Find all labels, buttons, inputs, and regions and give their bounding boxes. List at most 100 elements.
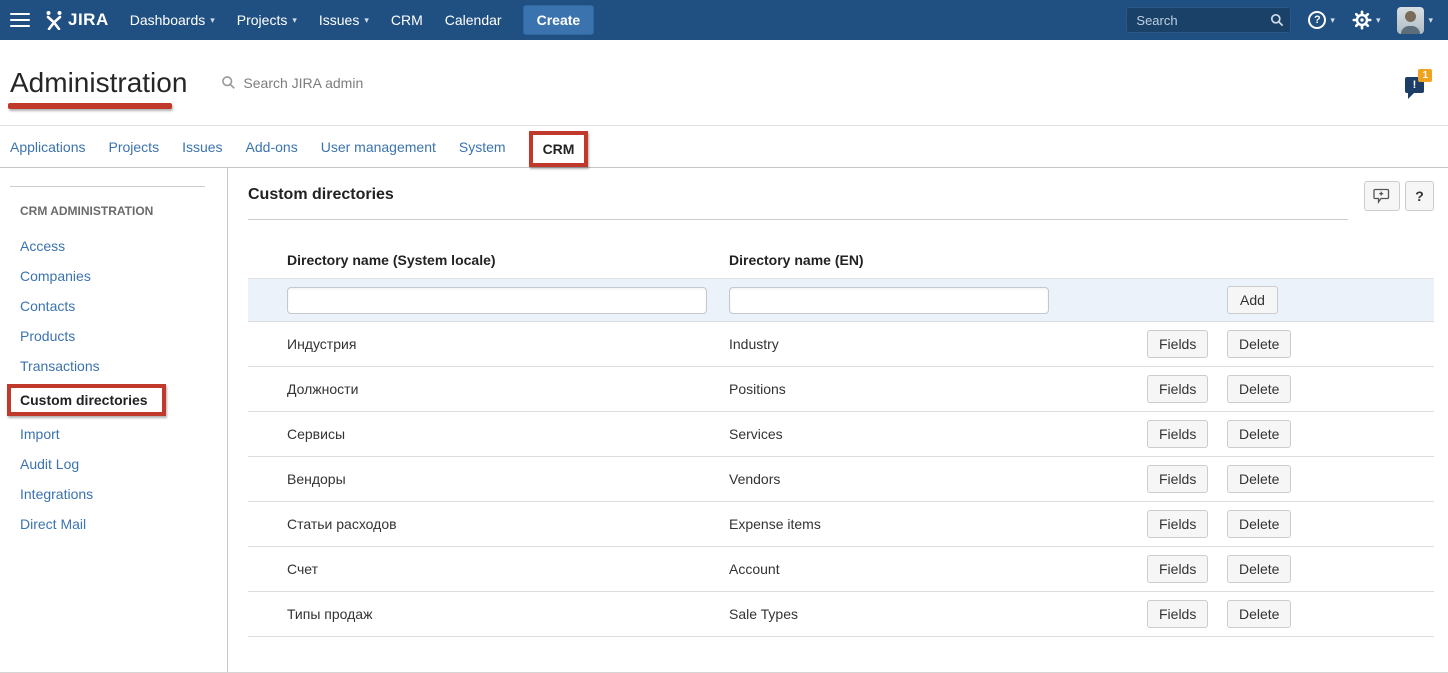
help-icon: ? [1308, 11, 1326, 29]
directory-name-locale: Должности [287, 381, 729, 397]
directory-row: Должности Positions Fields Delete [248, 367, 1434, 412]
nav-item-dashboards[interactable]: Dashboards ▾ [119, 0, 226, 40]
notifications-icon[interactable]: ! 1 [1404, 70, 1432, 96]
admin-search-placeholder: Search JIRA admin [243, 75, 363, 91]
directory-name-en: Positions [729, 381, 1147, 397]
sidebar-item-integrations[interactable]: Integrations [20, 479, 227, 509]
navbar-search-input[interactable] [1126, 7, 1291, 33]
directory-row: Типы продаж Sale Types Fields Delete [248, 592, 1434, 637]
delete-button[interactable]: Delete [1227, 330, 1291, 358]
directory-name-en: Account [729, 561, 1147, 577]
sidebar-item-products[interactable]: Products [20, 321, 227, 351]
sidebar-heading: CRM ADMINISTRATION [20, 204, 227, 218]
tab-issues[interactable]: Issues [182, 139, 222, 155]
directory-name-en: Vendors [729, 471, 1147, 487]
delete-button[interactable]: Delete [1227, 375, 1291, 403]
directory-name-en: Expense items [729, 516, 1147, 532]
user-avatar [1397, 7, 1424, 34]
top-navbar: JIRA Dashboards ▾ Projects ▾ Issues ▾ CR… [0, 0, 1448, 40]
directory-name-locale: Индустрия [287, 336, 729, 352]
section-title: Custom directories [248, 186, 1348, 220]
new-directory-locale-input[interactable] [287, 287, 707, 314]
sidebar-list: Access Companies Contacts Products Trans… [20, 231, 227, 539]
gear-icon [1352, 10, 1372, 30]
fields-button[interactable]: Fields [1147, 510, 1208, 538]
navbar-right: ? ▾ ▾ ▾ [1126, 7, 1433, 34]
delete-button[interactable]: Delete [1227, 420, 1291, 448]
sidebar-item-companies[interactable]: Companies [20, 261, 227, 291]
directory-name-en: Sale Types [729, 606, 1147, 622]
sidebar-item-audit-log[interactable]: Audit Log [20, 449, 227, 479]
chevron-down-icon: ▾ [292, 15, 297, 26]
page-title-wrap: Administration [10, 67, 187, 99]
sidebar-item-import[interactable]: Import [20, 419, 227, 449]
directory-name-locale: Сервисы [287, 426, 729, 442]
header-buttons: ? [1364, 181, 1434, 211]
feedback-bubble-plus-icon [1373, 188, 1391, 204]
column-header-locale: Directory name (System locale) [287, 252, 729, 268]
nav-item-crm[interactable]: CRM ▾ [380, 0, 434, 40]
new-directory-en-input[interactable] [729, 287, 1049, 314]
sidebar-item-contacts[interactable]: Contacts [20, 291, 227, 321]
chevron-down-icon: ▾ [364, 15, 369, 26]
column-header-en: Directory name (EN) [729, 252, 1147, 268]
help-button[interactable]: ? [1405, 181, 1434, 211]
delete-button[interactable]: Delete [1227, 555, 1291, 583]
sidebar-item-direct-mail[interactable]: Direct Mail [20, 509, 227, 539]
chevron-down-icon: ▾ [1330, 15, 1335, 26]
feedback-button[interactable] [1364, 181, 1400, 211]
hamburger-menu-icon[interactable] [10, 13, 30, 27]
delete-button[interactable]: Delete [1227, 600, 1291, 628]
add-button[interactable]: Add [1227, 286, 1278, 314]
directory-row: Вендоры Vendors Fields Delete [248, 457, 1434, 502]
tab-applications[interactable]: Applications [10, 139, 86, 155]
nav-item-calendar[interactable]: Calendar ▾ [434, 0, 513, 40]
jira-logo-icon [43, 10, 65, 30]
directory-name-locale: Вендоры [287, 471, 729, 487]
admin-settings-menu[interactable]: ▾ [1352, 10, 1381, 30]
navbar-search [1126, 7, 1291, 33]
jira-logo[interactable]: JIRA [43, 10, 109, 30]
nav-item-projects[interactable]: Projects ▾ [226, 0, 308, 40]
crm-admin-sidebar: CRM ADMINISTRATION Access Companies Cont… [0, 168, 228, 672]
sidebar-divider [10, 186, 205, 187]
tab-projects[interactable]: Projects [109, 139, 160, 155]
fields-button[interactable]: Fields [1147, 420, 1208, 448]
main-panel: Custom directories ? Directory name (Sys… [228, 168, 1448, 672]
search-icon[interactable] [1270, 13, 1284, 27]
table-header-row: Directory name (System locale) Directory… [248, 241, 1434, 278]
tab-system[interactable]: System [459, 139, 506, 155]
directory-row: Индустрия Industry Fields Delete [248, 322, 1434, 367]
fields-button[interactable]: Fields [1147, 375, 1208, 403]
sidebar-item-transactions[interactable]: Transactions [20, 351, 227, 381]
sidebar-item-custom-directories[interactable]: Custom directories [20, 381, 227, 419]
fields-button[interactable]: Fields [1147, 555, 1208, 583]
sidebar-item-access[interactable]: Access [20, 231, 227, 261]
add-directory-row: Add [248, 278, 1434, 322]
tab-add-ons[interactable]: Add-ons [246, 139, 298, 155]
fields-button[interactable]: Fields [1147, 600, 1208, 628]
fields-button[interactable]: Fields [1147, 330, 1208, 358]
delete-button[interactable]: Delete [1227, 465, 1291, 493]
help-menu[interactable]: ? ▾ [1308, 11, 1335, 29]
tab-user-management[interactable]: User management [321, 139, 436, 155]
main-navigation: Dashboards ▾ Projects ▾ Issues ▾ CRM ▾ C… [119, 0, 513, 40]
nav-item-issues[interactable]: Issues ▾ [308, 0, 380, 40]
directory-row: Сервисы Services Fields Delete [248, 412, 1434, 457]
brand-text: JIRA [68, 10, 109, 30]
directory-name-en: Industry [729, 336, 1147, 352]
notification-count-badge: 1 [1418, 69, 1432, 82]
directory-row: Статьи расходов Expense items Fields Del… [248, 502, 1434, 547]
directory-name-en: Services [729, 426, 1147, 442]
user-menu[interactable]: ▾ [1397, 7, 1433, 34]
search-icon [221, 75, 236, 90]
directory-row: Счет Account Fields Delete [248, 547, 1434, 592]
create-button[interactable]: Create [523, 5, 595, 35]
directory-name-locale: Типы продаж [287, 606, 729, 622]
custom-directories-table: Directory name (System locale) Directory… [248, 241, 1434, 637]
fields-button[interactable]: Fields [1147, 465, 1208, 493]
tab-crm[interactable]: CRM [529, 131, 589, 167]
delete-button[interactable]: Delete [1227, 510, 1291, 538]
admin-tab-bar: Applications Projects Issues Add-ons User ma… [0, 126, 1448, 168]
admin-search-field[interactable]: Search JIRA admin [221, 75, 363, 91]
